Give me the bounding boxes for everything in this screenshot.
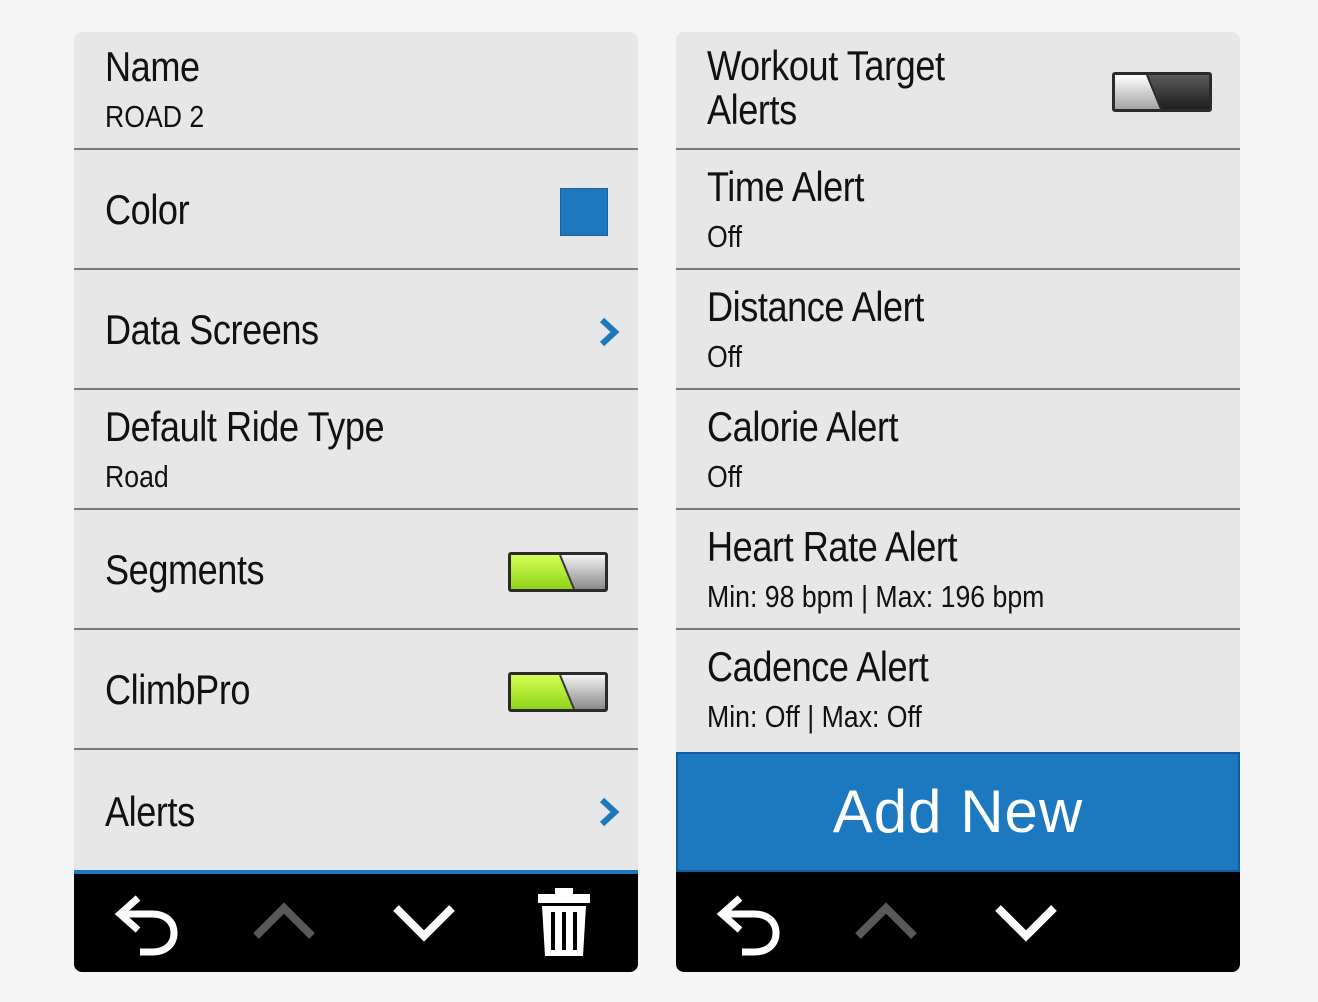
time-alert-label: Time Alert (707, 163, 864, 210)
color-swatch (560, 188, 608, 236)
trash-icon[interactable] (526, 884, 602, 960)
color-row[interactable]: Color (74, 152, 638, 270)
name-label: Name (105, 43, 200, 90)
calorie-alert-label: Calorie Alert (707, 403, 899, 450)
time-alert-row[interactable]: Time Alert Off (676, 152, 1240, 270)
cadence-alert-label: Cadence Alert (707, 643, 929, 690)
distance-alert-row[interactable]: Distance Alert Off (676, 272, 1240, 390)
back-arrow-icon[interactable] (710, 884, 786, 960)
data-screens-row[interactable]: Data Screens (74, 272, 638, 390)
segments-toggle[interactable] (508, 552, 608, 592)
distance-alert-label: Distance Alert (707, 283, 924, 330)
workout-target-alerts-toggle[interactable] (1112, 72, 1212, 112)
bottom-toolbar (676, 872, 1240, 972)
calorie-alert-value: Off (707, 459, 743, 494)
data-screens-label: Data Screens (105, 306, 319, 353)
cadence-alert-value: Min: Off | Max: Off (707, 699, 922, 734)
name-row[interactable]: Name ROAD 2 (74, 32, 638, 150)
climbpro-row[interactable]: ClimbPro (74, 632, 638, 750)
climbpro-toggle[interactable] (508, 672, 608, 712)
default-ride-type-row[interactable]: Default Ride Type Road (74, 392, 638, 510)
name-value: ROAD 2 (105, 99, 205, 134)
segments-label: Segments (105, 546, 265, 593)
calorie-alert-row[interactable]: Calorie Alert Off (676, 392, 1240, 510)
workout-target-alerts-label: Workout Target Alerts (707, 42, 945, 133)
bottom-toolbar (74, 870, 638, 972)
profile-settings-screen: Name ROAD 2 Color Data Screens Default R… (74, 32, 638, 972)
chevron-down-icon[interactable] (988, 884, 1064, 960)
chevron-up-icon[interactable] (848, 884, 924, 960)
alerts-label: Alerts (105, 788, 195, 835)
heart-rate-alert-row[interactable]: Heart Rate Alert Min: 98 bpm | Max: 196 … (676, 512, 1240, 630)
toggle-on-icon (511, 675, 605, 709)
add-new-button[interactable]: Add New (676, 752, 1240, 872)
default-ride-type-label: Default Ride Type (105, 403, 385, 450)
climbpro-label: ClimbPro (105, 666, 251, 713)
alerts-screen: Workout Target Alerts Time Alert Off Dis… (676, 32, 1240, 972)
chevron-up-icon[interactable] (246, 884, 322, 960)
workout-target-alerts-row[interactable]: Workout Target Alerts (676, 32, 1240, 150)
chevron-right-icon (599, 317, 620, 347)
alerts-row[interactable]: Alerts (74, 752, 638, 872)
toggle-off-icon (1115, 75, 1209, 109)
chevron-down-icon[interactable] (386, 884, 462, 960)
segments-row[interactable]: Segments (74, 512, 638, 630)
chevron-right-icon (599, 797, 620, 827)
cadence-alert-row[interactable]: Cadence Alert Min: Off | Max: Off (676, 632, 1240, 750)
color-label: Color (105, 186, 190, 233)
toggle-on-icon (511, 555, 605, 589)
heart-rate-alert-value: Min: 98 bpm | Max: 196 bpm (707, 579, 1045, 614)
time-alert-value: Off (707, 219, 743, 254)
back-arrow-icon[interactable] (108, 884, 184, 960)
distance-alert-value: Off (707, 339, 743, 374)
default-ride-type-value: Road (105, 459, 169, 494)
heart-rate-alert-label: Heart Rate Alert (707, 523, 958, 570)
